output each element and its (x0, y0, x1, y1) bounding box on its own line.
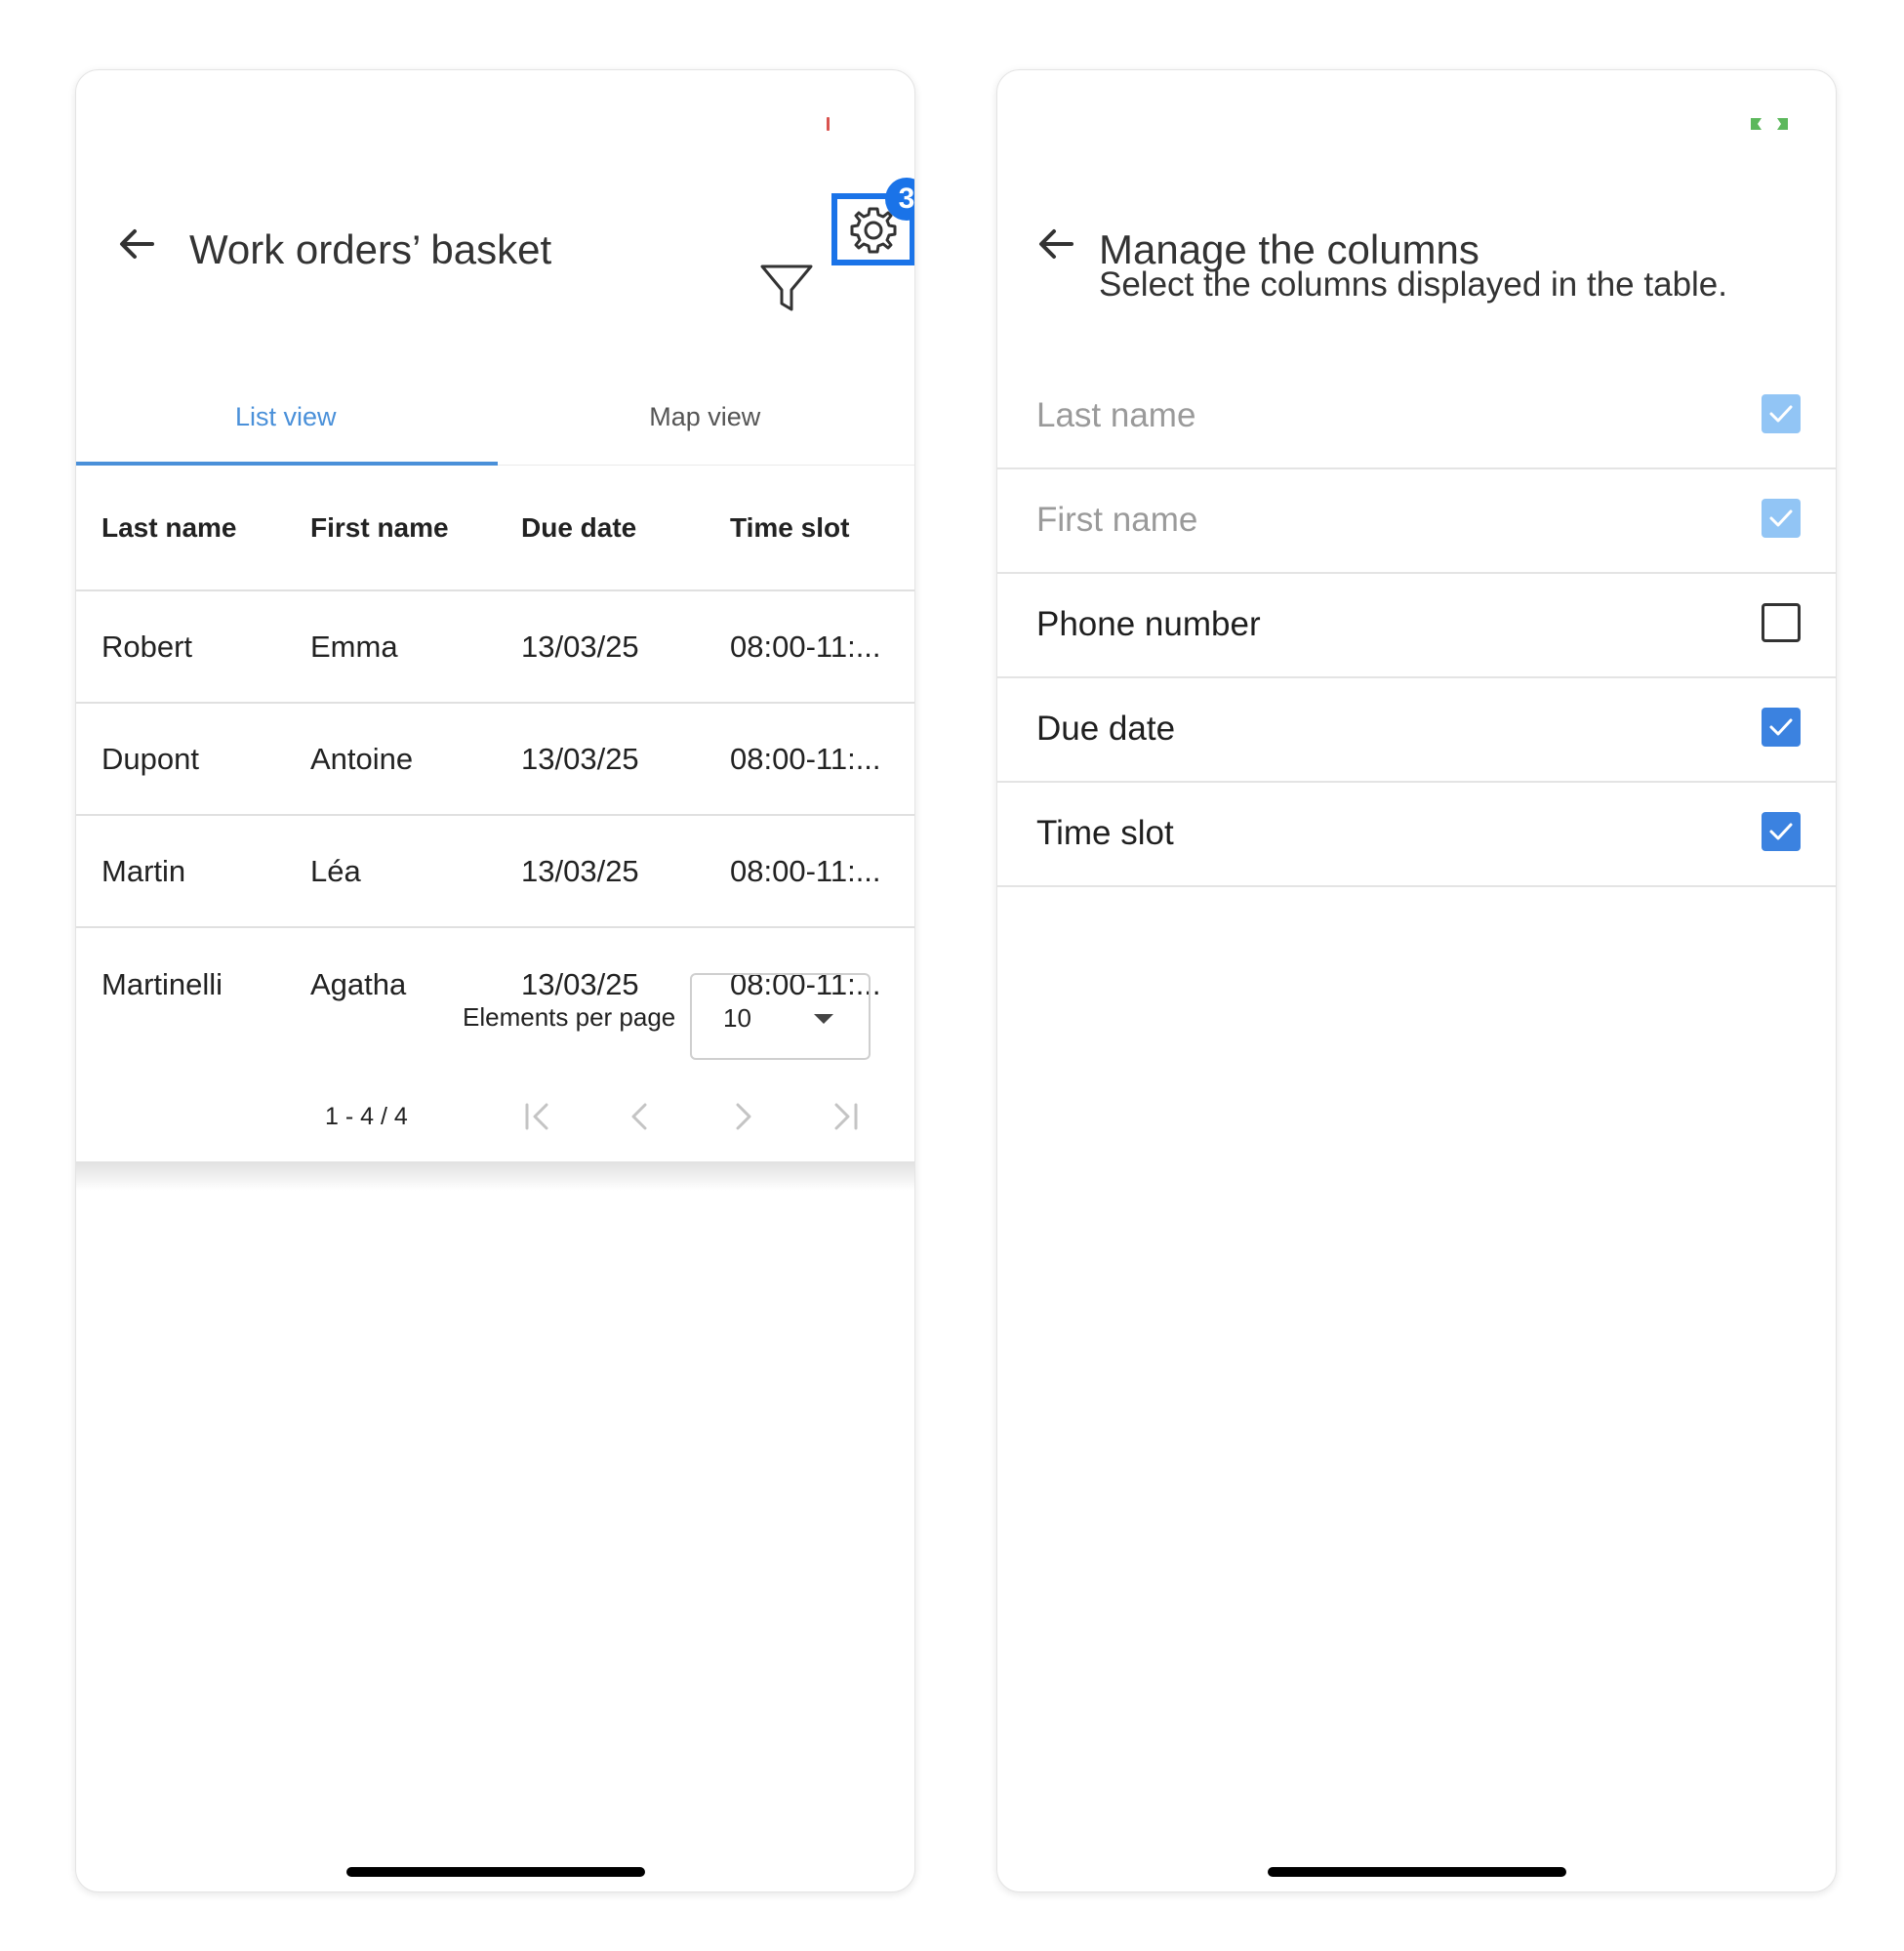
cell-first-name: Antoine (310, 741, 414, 776)
prev-page-icon[interactable] (619, 1095, 662, 1138)
page-range: 1 - 4 / 4 (325, 1103, 408, 1130)
column-label: Due date (1036, 710, 1176, 748)
page-size-label: Elements per page (463, 1002, 676, 1032)
last-name-checkbox (1762, 394, 1801, 433)
check-icon (1769, 509, 1793, 527)
cell-last-name: Martin (101, 853, 186, 888)
header-first-name[interactable]: First name (310, 512, 449, 544)
header-last-name[interactable]: Last name (101, 512, 237, 544)
tab-map-view[interactable]: Map view (496, 368, 915, 466)
phone-number-checkbox[interactable] (1762, 603, 1801, 642)
pagination: 1 - 4 / 4 (76, 1085, 914, 1144)
due-date-checkbox[interactable] (1762, 708, 1801, 747)
first-name-checkbox (1762, 499, 1801, 538)
tab-list-view[interactable]: List view (76, 368, 496, 466)
cell-last-name: Robert (101, 629, 193, 664)
dropdown-caret-icon (814, 1014, 833, 1024)
header-time-slot[interactable]: Time slot (730, 512, 849, 544)
column-label: Time slot (1036, 814, 1174, 852)
column-option-time-slot[interactable]: Time slot (997, 783, 1836, 887)
header-due-date[interactable]: Due date (521, 512, 636, 544)
table-row[interactable]: Robert Emma 13/03/25 08:00-11:... (76, 591, 914, 704)
manage-columns-screen: Manage the columns Select the columns di… (996, 69, 1837, 1892)
table-header-row: Last name First name Due date Time slot (76, 467, 914, 591)
column-label: Last name (1036, 396, 1196, 434)
page-title: Work orders’ basket (189, 226, 552, 272)
column-option-first-name: First name (997, 469, 1836, 574)
time-slot-checkbox[interactable] (1762, 812, 1801, 851)
check-icon (1769, 405, 1793, 423)
page-subtitle: Select the columns displayed in the tabl… (1099, 265, 1727, 304)
cell-due-date: 13/03/25 (521, 629, 639, 664)
table-row[interactable]: Dupont Antoine 13/03/25 08:00-11:... (76, 704, 914, 816)
first-page-icon[interactable] (515, 1095, 558, 1138)
cell-time-slot: 08:00-11:... (730, 629, 881, 664)
cell-time-slot: 08:00-11:... (730, 741, 881, 776)
home-indicator (345, 1867, 645, 1877)
cell-due-date: 13/03/25 (521, 741, 639, 776)
page-size-select[interactable]: 10 (690, 973, 871, 1060)
card-shadow (76, 1161, 914, 1191)
column-list: Last name First name Phone number Due da… (997, 365, 1836, 887)
status-indicator (827, 117, 830, 131)
column-label: First name (1036, 501, 1198, 539)
status-indicator (1751, 118, 1788, 130)
work-orders-screen: Work orders’ basket 3 List view Map view… (75, 69, 915, 1892)
work-orders-table: Last name First name Due date Time slot … (76, 467, 914, 1040)
page-size-control: Elements per page 10 (76, 973, 914, 1061)
check-icon (1769, 718, 1793, 736)
back-arrow-icon[interactable] (113, 221, 160, 267)
next-page-icon[interactable] (721, 1095, 764, 1138)
column-label: Phone number (1036, 605, 1261, 643)
home-indicator (1267, 1867, 1566, 1877)
cell-first-name: Emma (310, 629, 398, 664)
column-option-phone-number[interactable]: Phone number (997, 574, 1836, 678)
back-arrow-icon[interactable] (1033, 221, 1079, 267)
active-tab-indicator (76, 462, 498, 466)
page-size-value: 10 (723, 1003, 751, 1033)
view-tabs: List view Map view (76, 368, 914, 466)
cell-last-name: Dupont (101, 741, 199, 776)
column-option-due-date[interactable]: Due date (997, 678, 1836, 783)
table-row[interactable]: Martin Léa 13/03/25 08:00-11:... (76, 816, 914, 928)
check-icon (1769, 823, 1793, 840)
last-page-icon[interactable] (825, 1095, 868, 1138)
filter-icon[interactable] (758, 261, 815, 317)
cell-first-name: Léa (310, 853, 361, 888)
column-option-last-name: Last name (997, 365, 1836, 469)
cell-due-date: 13/03/25 (521, 853, 639, 888)
cell-time-slot: 08:00-11:... (730, 853, 881, 888)
